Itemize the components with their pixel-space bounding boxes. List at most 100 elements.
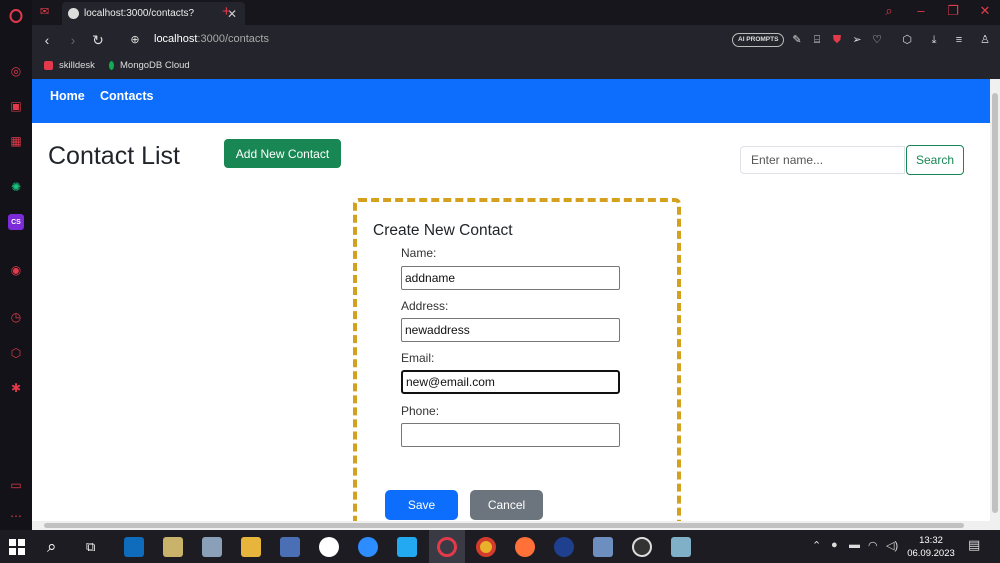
url-host: localhost: [154, 33, 198, 45]
easy-setup-icon[interactable]: ≡: [952, 33, 966, 47]
system-clock[interactable]: 13:32 06.09.2023: [905, 534, 957, 560]
phone-field[interactable]: [401, 423, 620, 447]
shopping-bag-icon[interactable]: ▣: [8, 98, 24, 114]
vertical-scrollbar[interactable]: [990, 79, 1000, 521]
heart-icon[interactable]: ♡: [870, 33, 884, 47]
site-info-icon[interactable]: ⊕: [126, 31, 144, 49]
page-title: Contact List: [48, 142, 181, 170]
browser-app-icon[interactable]: [554, 537, 574, 557]
zoom-icon[interactable]: [358, 537, 378, 557]
nav-home-link[interactable]: Home: [50, 89, 85, 103]
restore-icon[interactable]: ❐: [944, 3, 962, 19]
network-app-icon[interactable]: [202, 537, 222, 557]
file-manager-icon[interactable]: [593, 537, 613, 557]
battery-icon[interactable]: ▬: [849, 539, 860, 551]
forward-icon[interactable]: ›: [64, 31, 82, 49]
tray-expand-icon[interactable]: ⌃: [812, 539, 821, 552]
edit-icon[interactable]: ✎: [790, 33, 804, 47]
search-icon[interactable]: ⌕: [47, 537, 67, 557]
address-bar: ‹ › ↻ ⊕ localhost:3000/contacts AI PROMP…: [32, 25, 1000, 55]
profile-icon[interactable]: ♙: [978, 33, 992, 47]
reload-icon[interactable]: ↻: [89, 31, 107, 49]
address-label: Address:: [401, 299, 449, 313]
app-icon[interactable]: [671, 537, 691, 557]
email-label: Email:: [401, 351, 435, 365]
image-icon[interactable]: ▭: [8, 477, 24, 493]
vscode-icon[interactable]: [397, 537, 417, 557]
mail-icon[interactable]: ✉: [40, 5, 49, 18]
github-desktop-icon[interactable]: [632, 537, 652, 557]
chatsonic-icon[interactable]: CS: [8, 214, 24, 230]
file-explorer-icon[interactable]: [241, 537, 261, 557]
notes-app-icon[interactable]: [163, 537, 183, 557]
close-window-icon[interactable]: ✕: [976, 3, 994, 19]
globe-icon: [68, 8, 79, 19]
download-icon[interactable]: ⤓: [927, 33, 941, 47]
new-tab-button[interactable]: +: [222, 3, 231, 20]
create-contact-form: Create New Contact Name: Address: Email:…: [353, 198, 681, 521]
chatgpt-icon[interactable]: ✺: [8, 179, 24, 195]
name-field[interactable]: [401, 266, 620, 290]
more-icon[interactable]: ⋯: [8, 508, 24, 524]
skilldesk-icon: [44, 61, 53, 70]
back-icon[interactable]: ‹: [38, 31, 56, 49]
ai-prompts-button[interactable]: AI PROMPTS: [732, 33, 785, 47]
horizontal-scrollbar[interactable]: [32, 521, 1000, 530]
bookmark-label: skilldesk: [59, 60, 95, 71]
notifications-icon[interactable]: ▤: [968, 537, 980, 553]
history-icon[interactable]: ◷: [8, 309, 24, 325]
browser-sidebar: ◎ ▣ ▦ ✺ CS ◉ ◷ ⬡ ✱ ▭ ⋯: [0, 0, 32, 530]
mongodb-leaf-icon: [109, 61, 114, 70]
address-field[interactable]: [401, 318, 620, 342]
settings-icon[interactable]: ✱: [8, 380, 24, 396]
player-icon[interactable]: ◉: [8, 262, 24, 278]
url-field[interactable]: localhost:3000/contacts: [154, 33, 269, 45]
tab-title: localhost:3000/contacts?: [84, 8, 195, 19]
opera-logo-icon[interactable]: [8, 8, 24, 24]
cube-icon[interactable]: ⬡: [8, 345, 24, 361]
tab-strip: ✉ localhost:3000/contacts? ✕ + ⌕ – ❐ ✕: [32, 0, 1000, 25]
clock-date: 06.09.2023: [907, 548, 955, 559]
search-button[interactable]: Search: [906, 145, 964, 175]
outlook-icon[interactable]: [124, 537, 144, 557]
volume-icon[interactable]: ◁): [886, 539, 898, 552]
bookmark-mongodb[interactable]: MongoDB Cloud: [109, 60, 190, 71]
windows-taskbar: ⌕ ⧉ ⌃ ● ▬ ◠ ◁) 13:32 06.09.2023 ▤: [0, 530, 1000, 563]
scrollbar-thumb[interactable]: [44, 523, 964, 528]
cancel-button[interactable]: Cancel: [470, 490, 543, 520]
scrollbar-thumb[interactable]: [992, 93, 998, 513]
slack-icon[interactable]: [319, 537, 339, 557]
opera-taskbar-icon[interactable]: [437, 537, 457, 557]
bookmarks-bar: skilldesk MongoDB Cloud: [32, 55, 1000, 79]
wifi-icon[interactable]: ◠: [868, 539, 878, 552]
task-view-icon[interactable]: ⧉: [86, 537, 106, 557]
search-input[interactable]: [740, 146, 905, 174]
wallet-cube-icon[interactable]: ⬡: [900, 33, 914, 47]
search-tabs-icon[interactable]: ⌕: [880, 3, 898, 19]
page-viewport: Home Contacts Contact List Add New Conta…: [32, 79, 990, 521]
form-title: Create New Contact: [373, 222, 513, 239]
bookmark-skilldesk[interactable]: skilldesk: [44, 60, 95, 71]
chrome-icon[interactable]: [476, 537, 496, 557]
camera-icon[interactable]: ⌸: [810, 33, 824, 47]
bookmark-label: MongoDB Cloud: [120, 60, 190, 71]
add-contact-button[interactable]: Add New Contact: [224, 139, 341, 168]
apps-icon[interactable]: ▦: [8, 133, 24, 149]
adblock-shield-icon[interactable]: ⛊: [830, 33, 844, 47]
email-field[interactable]: [401, 370, 620, 394]
save-button[interactable]: Save: [385, 490, 458, 520]
name-label: Name:: [401, 246, 437, 260]
phone-label: Phone:: [401, 404, 440, 418]
windows-start-icon[interactable]: [9, 539, 25, 555]
microphone-icon[interactable]: ●: [831, 539, 838, 551]
minimize-icon[interactable]: –: [912, 3, 930, 18]
remote-desktop-icon[interactable]: [280, 537, 300, 557]
screen: ◎ ▣ ▦ ✺ CS ◉ ◷ ⬡ ✱ ▭ ⋯ ✉ localhost:3000/…: [0, 0, 1000, 563]
speed-dial-icon[interactable]: ◎: [8, 63, 24, 79]
firefox-icon[interactable]: [515, 537, 535, 557]
navbar: Home Contacts: [32, 79, 990, 123]
url-path: :3000/contacts: [197, 33, 269, 45]
nav-contacts-link[interactable]: Contacts: [100, 89, 153, 103]
send-icon[interactable]: ➢: [850, 33, 864, 47]
tab-contacts[interactable]: localhost:3000/contacts? ✕: [62, 2, 245, 25]
